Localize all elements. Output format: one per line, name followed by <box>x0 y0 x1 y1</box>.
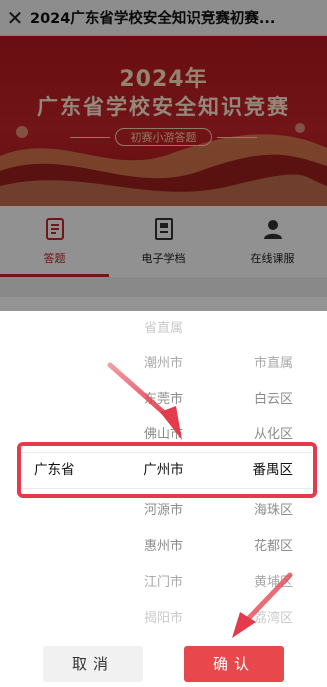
modal-overlay[interactable] <box>0 0 327 311</box>
cancel-button[interactable]: 取消 <box>43 646 143 682</box>
confirm-button[interactable]: 确认 <box>184 646 284 682</box>
district-option[interactable]: 黄埔区 <box>218 565 327 601</box>
city-option[interactable]: 江门市 <box>109 565 218 601</box>
district-option[interactable]: 海珠区 <box>218 493 327 529</box>
selection-highlight <box>17 442 317 498</box>
district-option[interactable]: 白云区 <box>218 382 327 418</box>
city-option[interactable]: 潮州市 <box>109 346 218 382</box>
district-option[interactable]: 荔湾区 <box>218 601 327 637</box>
city-option[interactable]: 省直属 <box>109 311 218 347</box>
district-option[interactable]: 市直属 <box>218 346 327 382</box>
district-option[interactable]: 花都区 <box>218 529 327 565</box>
city-option[interactable]: 惠州市 <box>109 529 218 565</box>
city-option[interactable]: 河源市 <box>109 493 218 529</box>
city-option[interactable]: 揭阳市 <box>109 601 218 637</box>
region-picker: 广东省 省直属 潮州市 东莞市 佛山市 广州市 河源市 惠州市 江门市 揭阳市 … <box>0 311 327 687</box>
city-option[interactable]: 东莞市 <box>109 382 218 418</box>
